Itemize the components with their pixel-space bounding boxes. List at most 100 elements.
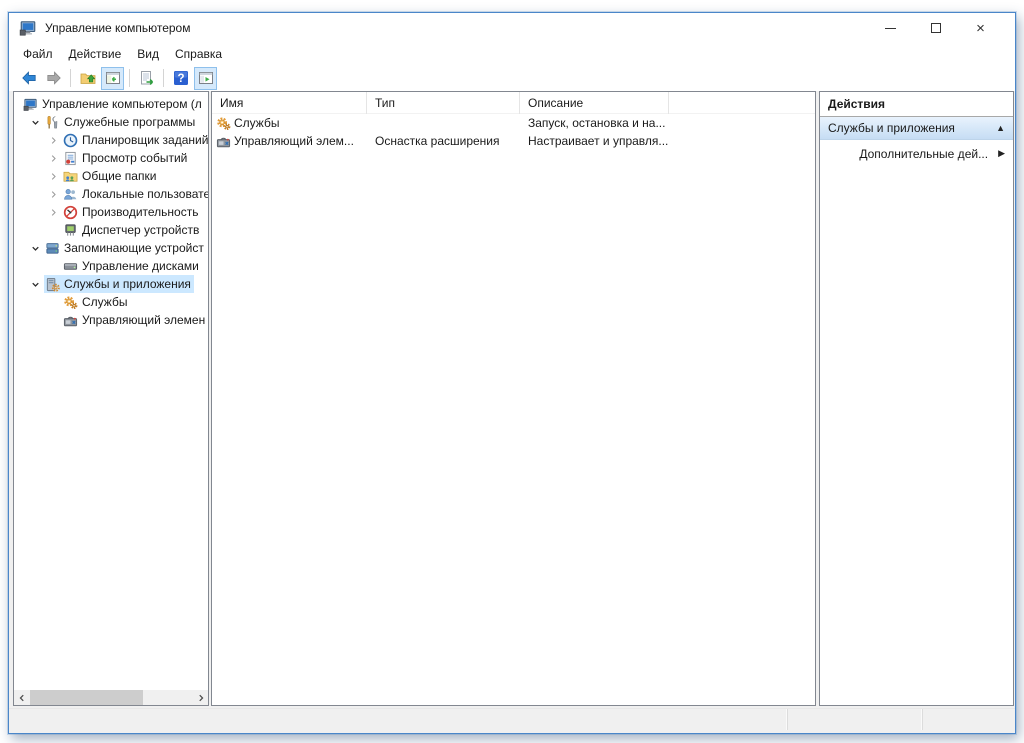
back-button[interactable]: [17, 67, 40, 90]
tree-item-computer-management-root[interactable]: Управление компьютером (л: [14, 95, 208, 113]
scrollbar-thumb[interactable]: [30, 690, 143, 705]
more-actions-arrow-icon: ▶: [998, 148, 1005, 159]
help-button[interactable]: ?: [169, 67, 192, 90]
menu-item-view[interactable]: Вид: [129, 44, 167, 64]
chevron-right-icon[interactable]: [44, 186, 62, 202]
expander-spacer: [44, 294, 62, 310]
title-bar: Управление компьютером ×: [9, 13, 1015, 43]
chevron-right-icon[interactable]: [44, 132, 62, 148]
tree-item-label: Служебные программы: [64, 115, 195, 129]
menu-item-file[interactable]: Файл: [15, 44, 61, 64]
scroll-right-icon: [196, 693, 206, 703]
tree-item-label: Диспетчер устройств: [82, 223, 199, 237]
actions-pane: Действия Службы и приложения ▲ Дополните…: [819, 91, 1014, 706]
users-icon: [62, 186, 79, 202]
tree-item-label: Просмотр событий: [82, 151, 187, 165]
help-icon: ?: [173, 70, 189, 86]
chevron-right-icon[interactable]: [44, 168, 62, 184]
tree-item-label: Планировщик заданий: [82, 133, 208, 147]
status-cell-secondary: [788, 709, 923, 730]
list-item-type: [367, 114, 520, 132]
toolbar-separator: [70, 69, 71, 87]
computer-management-app-icon: [19, 19, 37, 37]
chevron-down-icon[interactable]: [26, 114, 44, 130]
maximize-icon: [931, 23, 941, 33]
list-row-services[interactable]: Службы Запуск, остановка и на...: [212, 114, 815, 132]
storage-icon: [44, 240, 61, 256]
services-gear-icon: [62, 294, 79, 310]
action-section-label: Службы и приложения: [828, 121, 996, 135]
minimize-button[interactable]: [868, 13, 913, 43]
maximize-button[interactable]: [913, 13, 958, 43]
tree-item-services-and-applications[interactable]: Службы и приложения: [14, 275, 208, 293]
tree-item-label: Запоминающие устройст: [64, 241, 204, 255]
tree-item-storage-devices[interactable]: Запоминающие устройст: [14, 239, 208, 257]
tree-item-system-tools[interactable]: Служебные программы: [14, 113, 208, 131]
chevron-down-icon[interactable]: [26, 276, 44, 292]
tree-item-label: Общие папки: [82, 169, 156, 183]
column-header-2[interactable]: Описание: [520, 92, 669, 114]
tree-item-services[interactable]: Службы: [14, 293, 208, 311]
forward-button[interactable]: [42, 67, 65, 90]
export-list-icon: [139, 70, 155, 86]
console-tree-toggle-icon: [105, 70, 121, 86]
tree-item-local-users-groups[interactable]: Локальные пользовате: [14, 185, 208, 203]
scroll-right-button[interactable]: [193, 690, 208, 705]
console-tree: Управление компьютером (л Служебные прогр…: [14, 92, 208, 690]
tree-horizontal-scrollbar[interactable]: [14, 690, 208, 705]
more-actions-item[interactable]: Дополнительные дей... ▶: [820, 140, 1013, 167]
action-section-services-and-applications[interactable]: Службы и приложения ▲: [820, 117, 1013, 140]
tree-item-task-scheduler[interactable]: Планировщик заданий: [14, 131, 208, 149]
tree-item-shared-folders[interactable]: Общие папки: [14, 167, 208, 185]
tools-icon: [44, 114, 61, 130]
back-arrow-icon: [21, 70, 37, 86]
item-list-panel: ИмяТипОписание Службы Запуск, остановка и…: [211, 91, 816, 706]
forward-arrow-icon: [46, 70, 62, 86]
up-one-level-button[interactable]: [76, 67, 99, 90]
shared-folder-icon: [62, 168, 79, 184]
status-bar: [9, 708, 1015, 730]
tree-item-label: Производительность: [82, 205, 198, 219]
list-item-description: Запуск, остановка и на...: [520, 114, 669, 132]
menu-item-action[interactable]: Действие: [61, 44, 130, 64]
scroll-left-icon: [17, 693, 27, 703]
performance-icon: [62, 204, 79, 220]
disk-icon: [62, 258, 79, 274]
toolbar: ?: [9, 65, 1015, 91]
column-header-1[interactable]: Тип: [367, 92, 520, 114]
console-tree-panel: Управление компьютером (л Служебные прогр…: [13, 91, 209, 706]
tree-item-event-viewer[interactable]: Просмотр событий: [14, 149, 208, 167]
screen: Управление компьютером × ФайлДействиеВид…: [0, 0, 1024, 743]
toolbar-separator: [163, 69, 164, 87]
export-list-button[interactable]: [135, 67, 158, 90]
column-header-0[interactable]: Имя: [212, 92, 367, 114]
tree-item-label: Службы: [82, 295, 127, 309]
tree-item-label: Службы и приложения: [64, 277, 191, 291]
chevron-down-icon[interactable]: [26, 240, 44, 256]
wmi-icon: [215, 133, 232, 149]
menu-item-help[interactable]: Справка: [167, 44, 230, 64]
chevron-right-icon[interactable]: [44, 204, 62, 220]
close-button[interactable]: ×: [958, 13, 1003, 43]
show-action-pane-button[interactable]: [194, 67, 217, 90]
computer-icon: [22, 96, 39, 112]
list-row-wmi-control[interactable]: Управляющий элем...Оснастка расширенияНа…: [212, 132, 815, 150]
event-log-icon: [62, 150, 79, 166]
collapse-arrow-icon[interactable]: ▲: [996, 123, 1005, 133]
tree-item-disk-management[interactable]: Управление дисками: [14, 257, 208, 275]
more-actions-label: Дополнительные дей...: [859, 147, 988, 161]
toolbar-separator: [129, 69, 130, 87]
window-title: Управление компьютером: [45, 21, 868, 35]
tree-item-device-manager[interactable]: Диспетчер устройств: [14, 221, 208, 239]
chevron-right-icon[interactable]: [44, 150, 62, 166]
tree-item-wmi-control[interactable]: Управляющий элемен: [14, 311, 208, 329]
list-header: ИмяТипОписание: [212, 92, 815, 114]
scroll-left-button[interactable]: [14, 690, 29, 705]
scrollbar-track[interactable]: [29, 690, 193, 705]
expander-spacer: [44, 222, 62, 238]
window-controls: ×: [868, 13, 1003, 43]
list-item-name: Службы: [234, 114, 279, 132]
tree-item-performance[interactable]: Производительность: [14, 203, 208, 221]
show-console-tree-button[interactable]: [101, 67, 124, 90]
list-item-type: Оснастка расширения: [367, 132, 520, 150]
